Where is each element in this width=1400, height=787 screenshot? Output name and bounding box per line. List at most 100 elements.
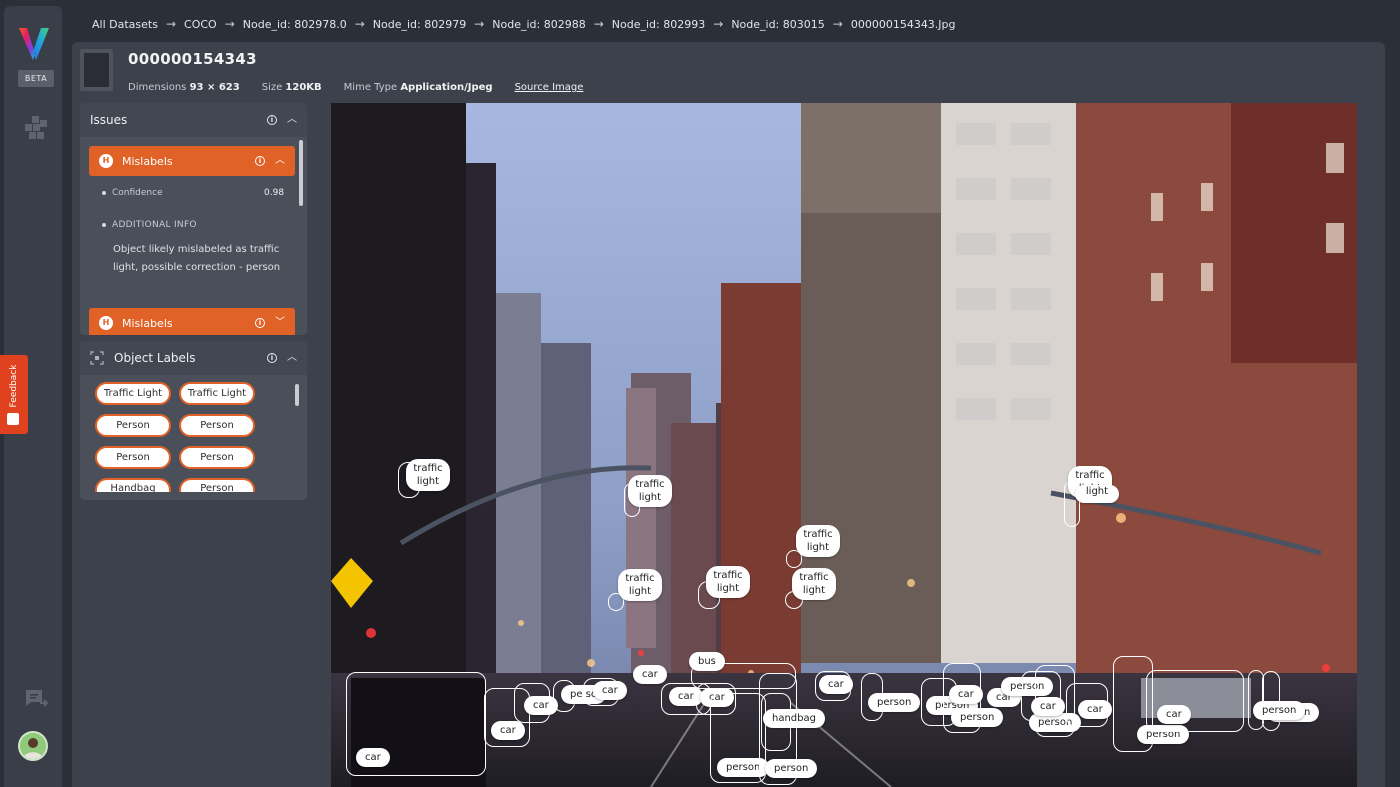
chevron-up-icon[interactable]: ︿: [287, 353, 297, 363]
additional-info-label: ADDITIONAL INFO: [112, 220, 197, 230]
issues-card-header[interactable]: Issues i ︿: [80, 103, 307, 137]
page-title: 000000154343: [128, 50, 257, 68]
breadcrumb-item-node[interactable]: Node_id: 802978.0: [243, 18, 347, 31]
annotation-tag-person: person: [951, 708, 1004, 727]
object-labels-title: Object Labels: [114, 351, 196, 365]
dimensions-meta: Dimensions 93 × 623: [128, 82, 240, 93]
annotation-tag-car: car: [593, 681, 627, 700]
annotation-tag-person: person: [1253, 701, 1306, 720]
arrow-right-icon: →: [165, 17, 177, 31]
mime-value: Application/Jpeg: [400, 82, 493, 93]
arrow-right-icon: →: [474, 17, 485, 31]
bullet-icon: [102, 223, 106, 227]
breadcrumb-item-current-file: 000000154343.Jpg: [850, 17, 956, 31]
datasets-grid-icon[interactable]: [23, 114, 49, 140]
dimensions-value: 93 × 623: [189, 82, 240, 93]
annotation-tag-car: car: [356, 748, 390, 767]
info-icon[interactable]: i: [267, 115, 277, 125]
severity-high-badge: H: [99, 316, 113, 330]
breadcrumb: All Datasets → COCO → Node_id: 802978.0 …: [92, 16, 956, 32]
annotation-tag-car: car: [949, 685, 983, 704]
annotation-tag-bus: bus: [689, 652, 725, 671]
arrow-right-icon: →: [224, 17, 235, 31]
info-icon[interactable]: i: [255, 318, 265, 328]
image-viewer[interactable]: traffic light traffic light traffic ligh…: [331, 103, 1357, 787]
size-label: Size: [261, 82, 283, 93]
user-avatar-icon: [23, 738, 43, 759]
object-labels-header[interactable]: Object Labels i ︿: [80, 341, 307, 375]
annotation-tag-traffic-light-text: traffic light: [1085, 486, 1109, 497]
annotation-tag-person: person: [868, 693, 921, 712]
annotation-tag-car: car: [633, 665, 667, 684]
annotation-tag-traffic-light: traffic light: [406, 459, 450, 491]
label-chip[interactable]: Person: [179, 478, 255, 492]
annotation-tag-car: car: [1157, 705, 1191, 724]
chat-feedback-icon[interactable]: [23, 686, 49, 712]
file-metadata: Dimensions 93 × 623 Size 120KB Mime Type…: [128, 82, 583, 93]
issues-card: Issues i ︿ H Mislabels i ︿ H Mislabels i…: [80, 103, 307, 335]
label-chip[interactable]: Traffic Light: [179, 382, 255, 405]
issues-title: Issues: [90, 113, 128, 127]
annotation-tag-handbag: handbag: [763, 709, 825, 728]
size-value: 120KB: [285, 82, 322, 93]
app-root: BETA Feedback All Datasets → COCO → Node…: [0, 0, 1400, 787]
dimensions-label: Dimensions: [128, 82, 187, 93]
arrow-right-icon: →: [354, 17, 365, 31]
label-chip[interactable]: Person: [95, 446, 171, 469]
severity-high-badge: H: [99, 154, 113, 168]
chevron-up-icon[interactable]: ︿: [287, 115, 297, 125]
annotation-tag-car: car: [819, 675, 853, 694]
chevron-up-icon[interactable]: ︿: [275, 156, 285, 166]
annotation-tag-traffic-light: traffic light: [1075, 485, 1119, 503]
confidence-label: Confidence: [112, 188, 163, 198]
feedback-icon: [7, 413, 19, 425]
arrow-right-icon: →: [593, 17, 604, 31]
object-label-icon: [90, 351, 104, 365]
info-icon[interactable]: i: [267, 353, 277, 363]
annotation-tag-car: car: [1031, 697, 1065, 716]
chevron-down-icon[interactable]: ﹀: [275, 318, 285, 328]
file-thumbnail: [80, 49, 113, 91]
breadcrumb-item-node[interactable]: Node_id: 802988: [492, 18, 585, 31]
app-logo-icon[interactable]: [19, 26, 49, 62]
bullet-icon: [102, 191, 106, 195]
arrow-right-icon: →: [832, 17, 843, 31]
breadcrumb-item-node[interactable]: Node_id: 802993: [612, 18, 705, 31]
mime-meta: Mime Type Application/Jpeg: [344, 82, 493, 93]
issue-label: Mislabels: [122, 316, 173, 330]
source-image-link[interactable]: Source Image: [515, 82, 584, 93]
annotation-tag-traffic-light: traffic light: [706, 566, 750, 598]
label-chip[interactable]: Person: [179, 414, 255, 437]
breadcrumb-item-node[interactable]: Node_id: 803015: [731, 18, 824, 31]
annotation-tag-traffic-light: traffic light: [792, 568, 836, 600]
arrow-right-icon: →: [713, 17, 724, 31]
annotation-tag-car: car: [1078, 700, 1112, 719]
annotation-tag-traffic-light: traffic light: [628, 475, 672, 507]
annotation-tag-car: car: [491, 721, 525, 740]
mime-label: Mime Type: [343, 82, 398, 93]
info-icon[interactable]: i: [255, 156, 265, 166]
annotation-tag-traffic-light: traffic light: [618, 569, 662, 601]
issue-label: Mislabels: [122, 154, 173, 168]
feedback-label: Feedback: [9, 364, 19, 408]
issue-mislabels-collapsed[interactable]: H Mislabels i ﹀: [89, 308, 295, 335]
issue-description: Object likely mislabeled as traffic ligh…: [113, 244, 281, 273]
annotation-tag-traffic-light: traffic light: [796, 525, 840, 557]
object-label-chips: Traffic Light Traffic Light Person Perso…: [95, 382, 270, 492]
issues-scrollbar[interactable]: [299, 140, 303, 206]
breadcrumb-item-node[interactable]: Node_id: 802979: [373, 18, 466, 31]
confidence-value: 0.98: [264, 188, 285, 198]
label-chip[interactable]: Handbag: [95, 478, 171, 492]
breadcrumb-item-all-datasets[interactable]: All Datasets: [92, 18, 158, 31]
label-chip[interactable]: Person: [179, 446, 255, 469]
label-chip[interactable]: Traffic Light: [95, 382, 171, 405]
size-meta: Size 120KB: [262, 82, 322, 93]
label-chip[interactable]: Person: [95, 414, 171, 437]
breadcrumb-item-coco[interactable]: COCO: [184, 18, 217, 31]
feedback-tab[interactable]: Feedback: [0, 355, 28, 434]
issue-mislabels-expanded[interactable]: H Mislabels i ︿: [89, 146, 295, 176]
user-avatar[interactable]: [18, 731, 48, 761]
annotation-tag-person: person: [765, 759, 818, 778]
object-labels-scrollbar[interactable]: [295, 384, 299, 406]
beta-badge: BETA: [18, 70, 54, 87]
